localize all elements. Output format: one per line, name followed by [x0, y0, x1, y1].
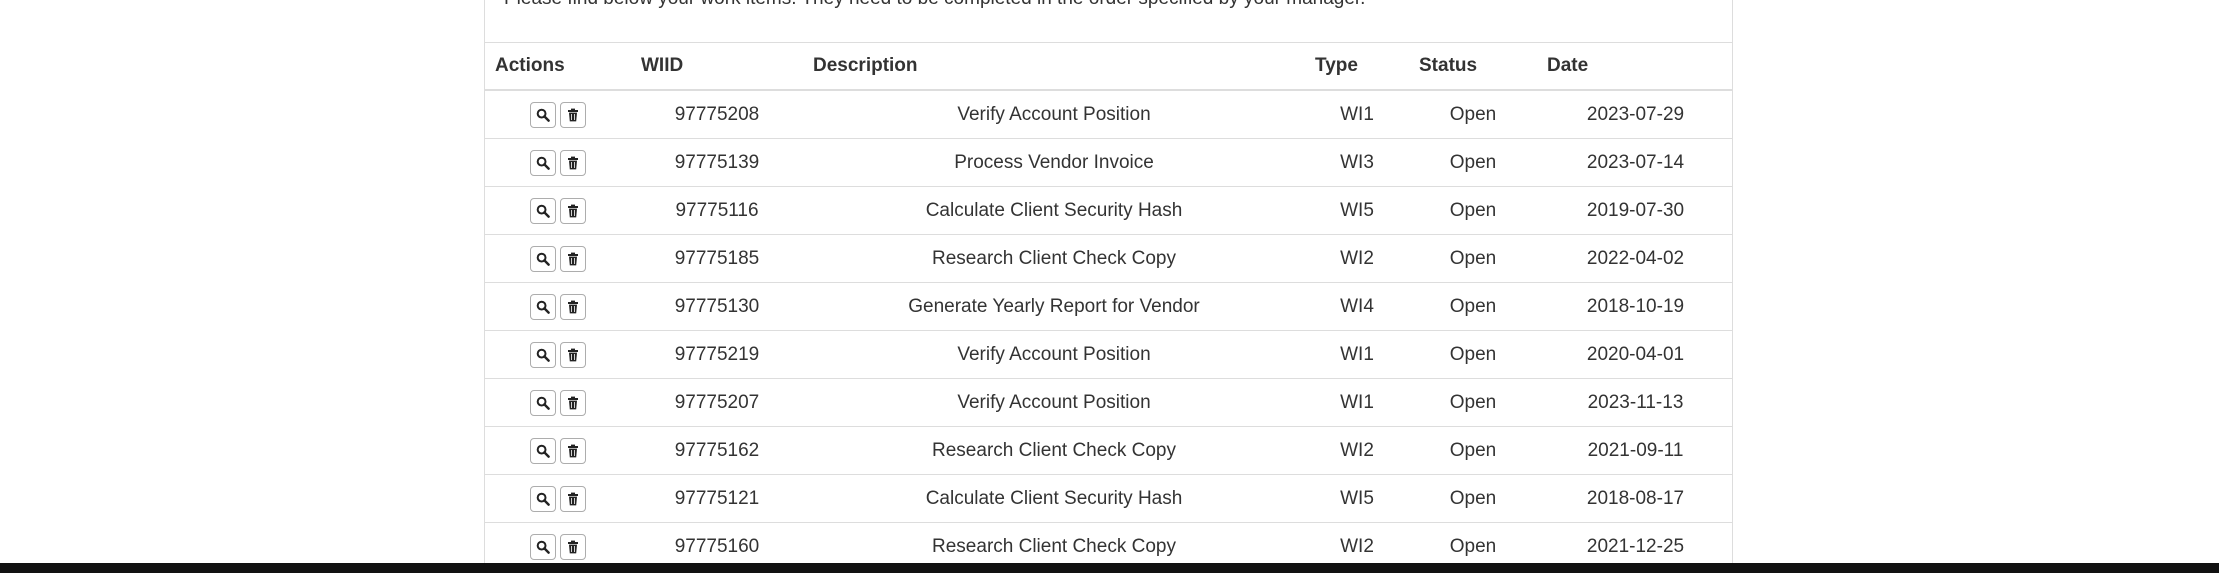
actions-cell [485, 378, 631, 427]
description-cell: Generate Yearly Report for Vendor [803, 282, 1305, 331]
type-cell: WI2 [1305, 234, 1409, 283]
date-cell: 2021-09-11 [1537, 426, 1732, 475]
actions-cell [485, 330, 631, 379]
type-cell: WI4 [1305, 282, 1409, 331]
delete-button[interactable] [560, 437, 586, 464]
actions-cell [485, 234, 631, 283]
date-cell: 2023-07-29 [1537, 89, 1732, 139]
date-cell: 2019-07-30 [1537, 186, 1732, 235]
view-button[interactable] [530, 149, 556, 176]
delete-button[interactable] [560, 485, 586, 512]
description-cell: Research Client Check Copy [803, 426, 1305, 475]
actions-cell [485, 89, 631, 139]
date-cell: 2023-07-14 [1537, 138, 1732, 187]
column-header-type: Type [1305, 42, 1409, 91]
description-cell: Verify Account Position [803, 89, 1305, 139]
type-cell: WI5 [1305, 186, 1409, 235]
delete-button[interactable] [560, 245, 586, 272]
column-header-wiid: WIID [631, 42, 803, 91]
wiid-cell: 97775130 [631, 282, 803, 331]
view-button[interactable] [530, 293, 556, 320]
wiid-cell: 97775116 [631, 186, 803, 235]
wiid-cell: 97775219 [631, 330, 803, 379]
table-row: 97775185 Research Client Check Copy WI2 Ope… [485, 234, 1732, 283]
type-cell: WI5 [1305, 474, 1409, 523]
status-cell: Open [1409, 378, 1537, 427]
table-body: 97775208 Verify Account Position WI1 Open 20… [485, 89, 1732, 570]
status-cell: Open [1409, 330, 1537, 379]
wiid-cell: 97775139 [631, 138, 803, 187]
date-cell: 2018-08-17 [1537, 474, 1732, 523]
column-header-status: Status [1409, 42, 1537, 91]
table-row: 97775116 Calculate Client Security Hash WI… [485, 186, 1732, 235]
actions-cell [485, 426, 631, 475]
status-cell: Open [1409, 282, 1537, 331]
status-cell: Open [1409, 186, 1537, 235]
wiid-cell: 97775208 [631, 89, 803, 139]
status-cell: Open [1409, 426, 1537, 475]
view-button[interactable] [530, 245, 556, 272]
view-button[interactable] [530, 197, 556, 224]
description-cell: Calculate Client Security Hash [803, 186, 1305, 235]
type-cell: WI1 [1305, 89, 1409, 139]
table-row: 97775130 Generate Yearly Report for Vendo… [485, 282, 1732, 331]
view-button[interactable] [530, 389, 556, 416]
actions-cell [485, 282, 631, 331]
table-row: 97775139 Process Vendor Invoice WI3 Open 202… [485, 138, 1732, 187]
table-row: 97775207 Verify Account Position WI1 Open 20… [485, 378, 1732, 427]
delete-button[interactable] [560, 293, 586, 320]
delete-button[interactable] [560, 533, 586, 560]
date-cell: 2018-10-19 [1537, 282, 1732, 331]
table-row: 97775219 Verify Account Position WI1 Open 20… [485, 330, 1732, 379]
type-cell: WI2 [1305, 426, 1409, 475]
description-cell: Research Client Check Copy [803, 234, 1305, 283]
status-cell: Open [1409, 138, 1537, 187]
delete-button[interactable] [560, 389, 586, 416]
delete-button[interactable] [560, 197, 586, 224]
table-row: 97775121 Calculate Client Security Hash WI… [485, 474, 1732, 523]
view-button[interactable] [530, 485, 556, 512]
type-cell: WI3 [1305, 138, 1409, 187]
description-cell: Verify Account Position [803, 330, 1305, 379]
date-cell: 2020-04-01 [1537, 330, 1732, 379]
date-cell: 2023-11-13 [1537, 378, 1732, 427]
status-cell: Open [1409, 474, 1537, 523]
work-items-panel: Please find below your work items. They … [484, 0, 1733, 573]
wiid-cell: 97775121 [631, 474, 803, 523]
wiid-cell: 97775162 [631, 426, 803, 475]
table-row: 97775208 Verify Account Position WI1 Open 20… [485, 89, 1732, 139]
status-cell: Open [1409, 234, 1537, 283]
delete-button[interactable] [560, 101, 586, 128]
column-header-description: Description [803, 42, 1305, 91]
bottom-bar [0, 563, 2219, 573]
column-header-actions: Actions [485, 42, 631, 91]
wiid-cell: 97775207 [631, 378, 803, 427]
type-cell: WI1 [1305, 378, 1409, 427]
view-button[interactable] [530, 341, 556, 368]
work-items-table: Actions WIID Description Type Status Dat… [485, 42, 1732, 570]
table-header-row: Actions WIID Description Type Status Dat… [485, 42, 1732, 91]
column-header-date: Date [1537, 42, 1732, 91]
type-cell: WI1 [1305, 330, 1409, 379]
view-button[interactable] [530, 533, 556, 560]
intro-text: Please find below your work items. They … [504, 0, 1365, 10]
delete-button[interactable] [560, 341, 586, 368]
table-row: 97775162 Research Client Check Copy WI2 Ope… [485, 426, 1732, 475]
status-cell: Open [1409, 89, 1537, 139]
description-cell: Calculate Client Security Hash [803, 474, 1305, 523]
description-cell: Process Vendor Invoice [803, 138, 1305, 187]
actions-cell [485, 474, 631, 523]
view-button[interactable] [530, 101, 556, 128]
wiid-cell: 97775185 [631, 234, 803, 283]
date-cell: 2022-04-02 [1537, 234, 1732, 283]
actions-cell [485, 138, 631, 187]
actions-cell [485, 186, 631, 235]
view-button[interactable] [530, 437, 556, 464]
description-cell: Verify Account Position [803, 378, 1305, 427]
delete-button[interactable] [560, 149, 586, 176]
